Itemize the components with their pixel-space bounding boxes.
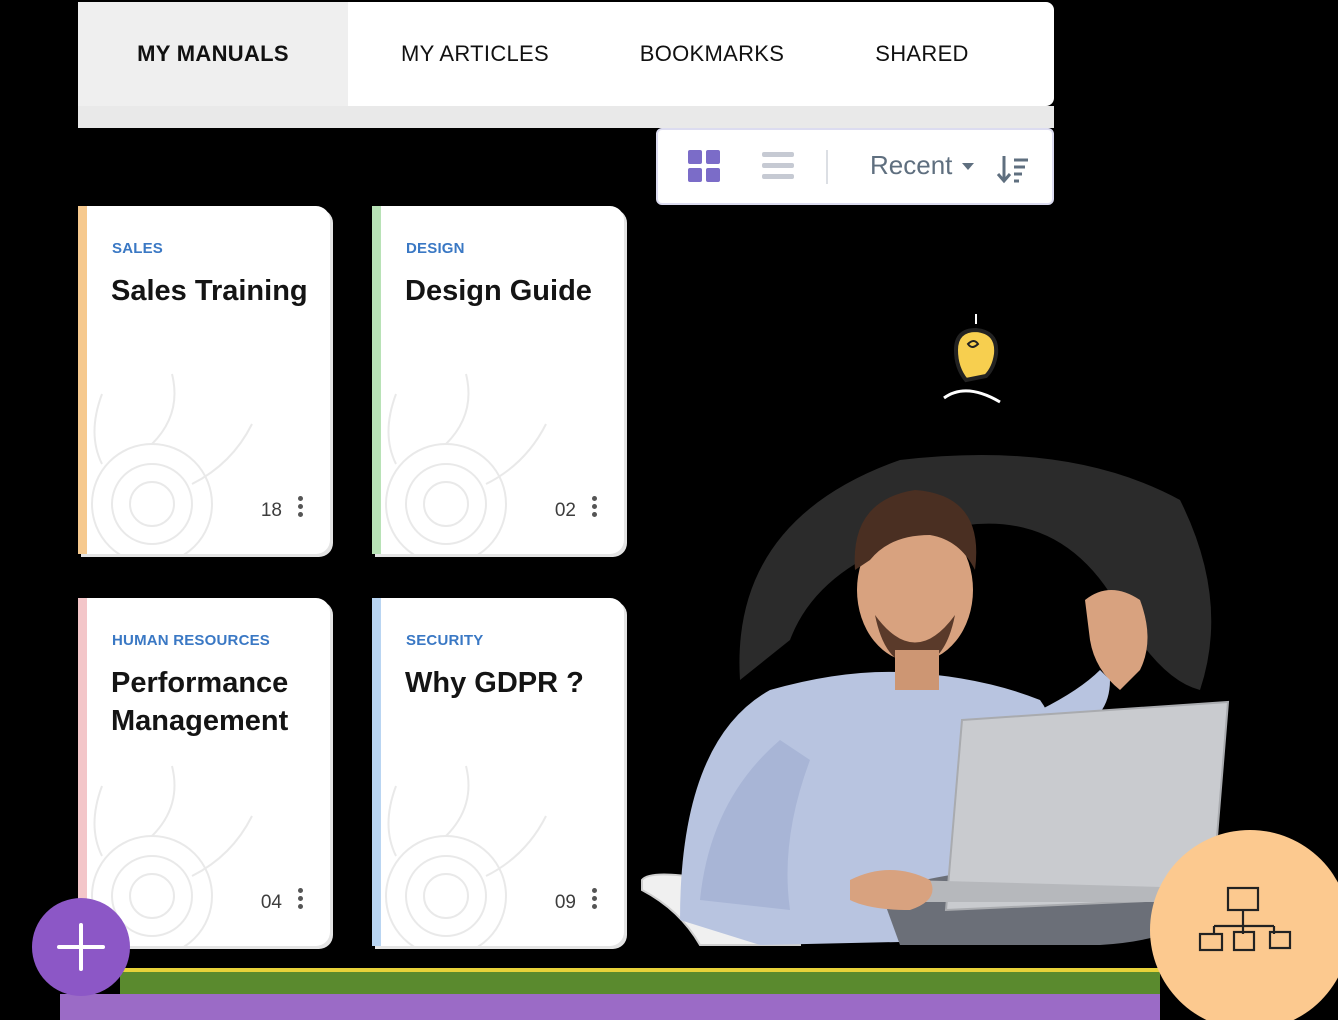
card-article-count: 09 (554, 892, 576, 913)
tab-my-manuals[interactable]: MY MANUALS (78, 2, 348, 106)
decor-stripe-green (120, 972, 1160, 996)
lightbulb-icon (943, 314, 1001, 404)
decor-stripe-purple (60, 994, 1160, 1020)
tab-bookmarks[interactable]: BOOKMARKS (602, 2, 822, 106)
add-manual-button[interactable] (32, 898, 130, 996)
flowchart-badge (1150, 830, 1338, 1020)
tab-my-articles[interactable]: MY ARTICLES (348, 2, 602, 106)
tab-bar: MY MANUALS MY ARTICLES BOOKMARKS SHARED (78, 2, 1054, 106)
more-options-icon[interactable] (592, 496, 598, 518)
grid-view-icon[interactable] (688, 150, 720, 182)
flowchart-icon (1198, 886, 1292, 952)
more-options-icon[interactable] (298, 496, 304, 518)
view-toolbar: Recent (656, 128, 1054, 205)
tab-shared[interactable]: SHARED (822, 2, 1022, 106)
manual-card[interactable]: DESIGN Design Guide 02 (372, 206, 624, 554)
card-category: SECURITY (406, 632, 484, 649)
manual-card[interactable]: HUMAN RESOURCES Performance Management 0… (78, 598, 330, 946)
plus-icon (57, 923, 105, 971)
mandala-pattern (385, 765, 547, 946)
card-title: Sales Training (111, 275, 308, 307)
mandala-pattern (385, 373, 547, 554)
card-title: Design Guide (405, 275, 592, 307)
tabs-shadow (78, 106, 1054, 128)
card-category: SALES (112, 240, 164, 257)
card-article-count: 18 (260, 500, 282, 521)
list-view-icon[interactable] (762, 152, 794, 180)
manual-card[interactable]: SALES Sales Training 18 (78, 206, 330, 554)
card-article-count: 04 (260, 892, 282, 913)
mandala-pattern (91, 373, 253, 554)
card-title: Why GDPR ? (405, 667, 584, 699)
sort-dropdown[interactable]: Recent (870, 150, 952, 181)
toolbar-divider (826, 150, 828, 184)
card-article-count: 02 (554, 500, 576, 521)
card-title: Performance Management (111, 667, 289, 737)
more-options-icon[interactable] (298, 888, 304, 910)
card-category: HUMAN RESOURCES (112, 632, 271, 649)
manual-card[interactable]: SECURITY Why GDPR ? 09 (372, 598, 624, 946)
chevron-down-icon[interactable] (962, 163, 974, 170)
more-options-icon[interactable] (592, 888, 598, 910)
sort-descending-icon[interactable] (996, 152, 1030, 186)
card-category: DESIGN (406, 240, 465, 257)
